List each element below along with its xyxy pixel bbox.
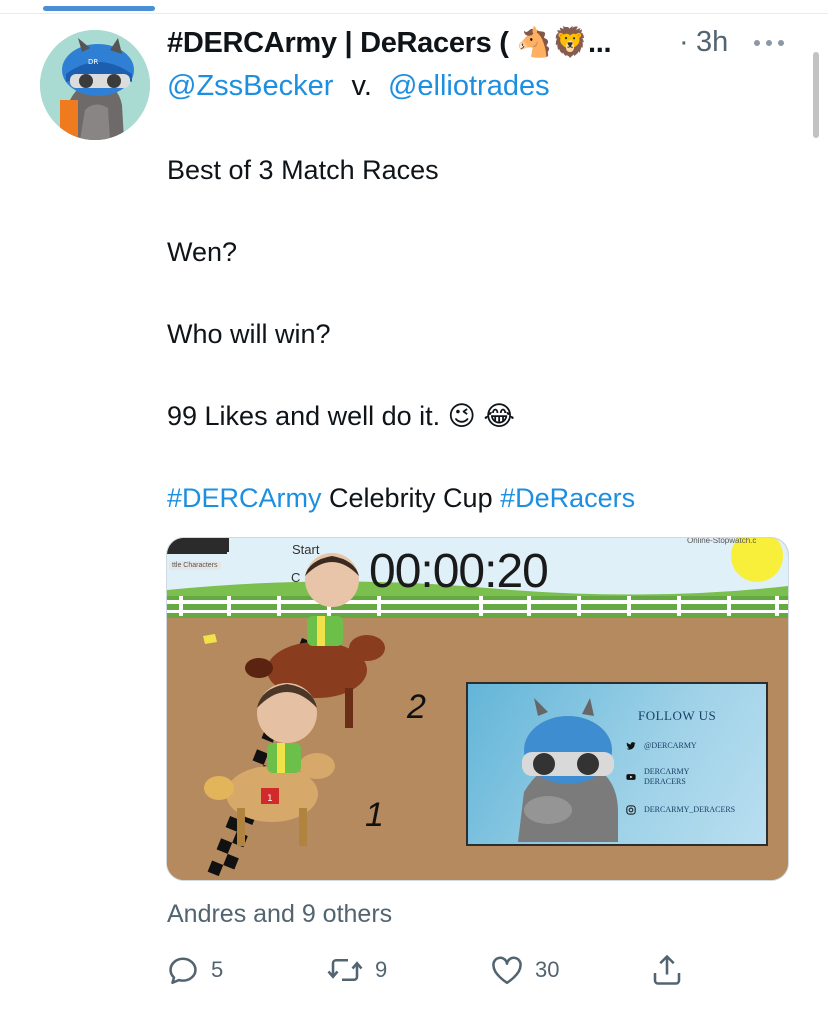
handle-link-zssbecker[interactable]: @ZssBecker xyxy=(167,70,333,102)
follow-youtube-line-2: DERACERS xyxy=(644,777,686,786)
tweet-text-hashtag-line: #DERCArmy Celebrity Cup #DeRacers xyxy=(167,483,635,514)
tweet-text-line: 99 Likes and well do it. 😉 😂 xyxy=(167,401,515,431)
time-separator: · xyxy=(679,26,689,58)
hashtag-deracers[interactable]: #DeRacers xyxy=(500,483,635,513)
follow-us-panel: FOLLOW US @DERCARMY DERCARMY DERACERS DE… xyxy=(466,682,768,846)
heart-icon xyxy=(492,956,522,985)
start-label: Start xyxy=(292,542,320,557)
retweet-icon xyxy=(327,958,363,982)
svg-text:DR: DR xyxy=(88,58,98,66)
horse-jockey-avatar-icon: DR xyxy=(40,30,150,140)
more-options-icon[interactable] xyxy=(750,34,788,54)
reply-icon xyxy=(169,957,197,985)
horse-helmet-goggles-icon xyxy=(518,698,618,842)
tweet-media-image[interactable]: 1 ttle Characters Start C Online-Stopwat… xyxy=(166,537,789,881)
share-icon xyxy=(653,954,681,985)
lane-number-1: 1 xyxy=(365,796,384,834)
reply-button[interactable]: 5 xyxy=(165,950,223,990)
like-button[interactable]: 30 xyxy=(489,950,559,990)
scrollbar[interactable] xyxy=(813,52,819,138)
active-tab-indicator xyxy=(43,6,155,11)
race-timer: 00:00:20 xyxy=(369,545,549,598)
author-display-name[interactable]: #DERCArmy | DeRacers ( 🐴🦁... xyxy=(167,26,612,60)
mentioned-handles: @ZssBecker v. @elliotrades xyxy=(167,70,550,103)
twitter-bird-icon xyxy=(626,741,636,751)
youtube-icon xyxy=(626,772,636,782)
tweet-text-line: Best of 3 Match Races xyxy=(167,155,439,185)
celebrity-cup-text: Celebrity Cup xyxy=(321,483,501,513)
follow-twitter-handle: @DERCARMY xyxy=(644,741,697,750)
c-label: C xyxy=(291,570,301,585)
reply-count: 5 xyxy=(211,957,224,982)
liked-by-text[interactable]: Andres and 9 others xyxy=(167,900,392,929)
author-avatar[interactable]: DR xyxy=(40,30,150,140)
follow-instagram-handle: DERCARMY_DERACERS xyxy=(644,805,736,814)
stopwatch-site-label: Online-Stopwatch.c xyxy=(687,537,757,545)
follow-youtube-row: DERCARMY DERACERS xyxy=(626,767,689,787)
instagram-icon xyxy=(626,805,636,815)
tweet-timestamp[interactable]: 3h xyxy=(696,26,728,59)
retweet-button[interactable]: 9 xyxy=(325,950,387,990)
hashtag-dercarmy[interactable]: #DERCArmy xyxy=(167,483,322,513)
retweet-count: 9 xyxy=(375,957,388,982)
handle-link-elliotrades[interactable]: @elliotrades xyxy=(388,70,550,102)
handle-joiner: v. xyxy=(351,70,372,102)
follow-instagram-row: DERCARMY_DERACERS xyxy=(626,805,735,815)
follow-youtube-line-1: DERCARMY xyxy=(644,767,690,776)
lane-number-2: 2 xyxy=(407,688,426,726)
top-divider xyxy=(0,13,828,14)
like-count: 30 xyxy=(535,957,560,982)
svg-text:1: 1 xyxy=(267,794,273,804)
tweet-action-bar: 5 9 30 xyxy=(165,950,705,990)
tweet-text-line: Who will win? xyxy=(167,319,331,349)
tweet-header: #DERCArmy | DeRacers ( 🐴🦁... · 3h xyxy=(167,24,807,64)
characters-label: ttle Characters xyxy=(169,561,221,570)
tweet-text-line: Wen? xyxy=(167,237,238,267)
follow-twitter-row: @DERCARMY xyxy=(626,741,697,751)
follow-us-title: FOLLOW US xyxy=(638,708,717,723)
share-button[interactable] xyxy=(649,950,685,990)
